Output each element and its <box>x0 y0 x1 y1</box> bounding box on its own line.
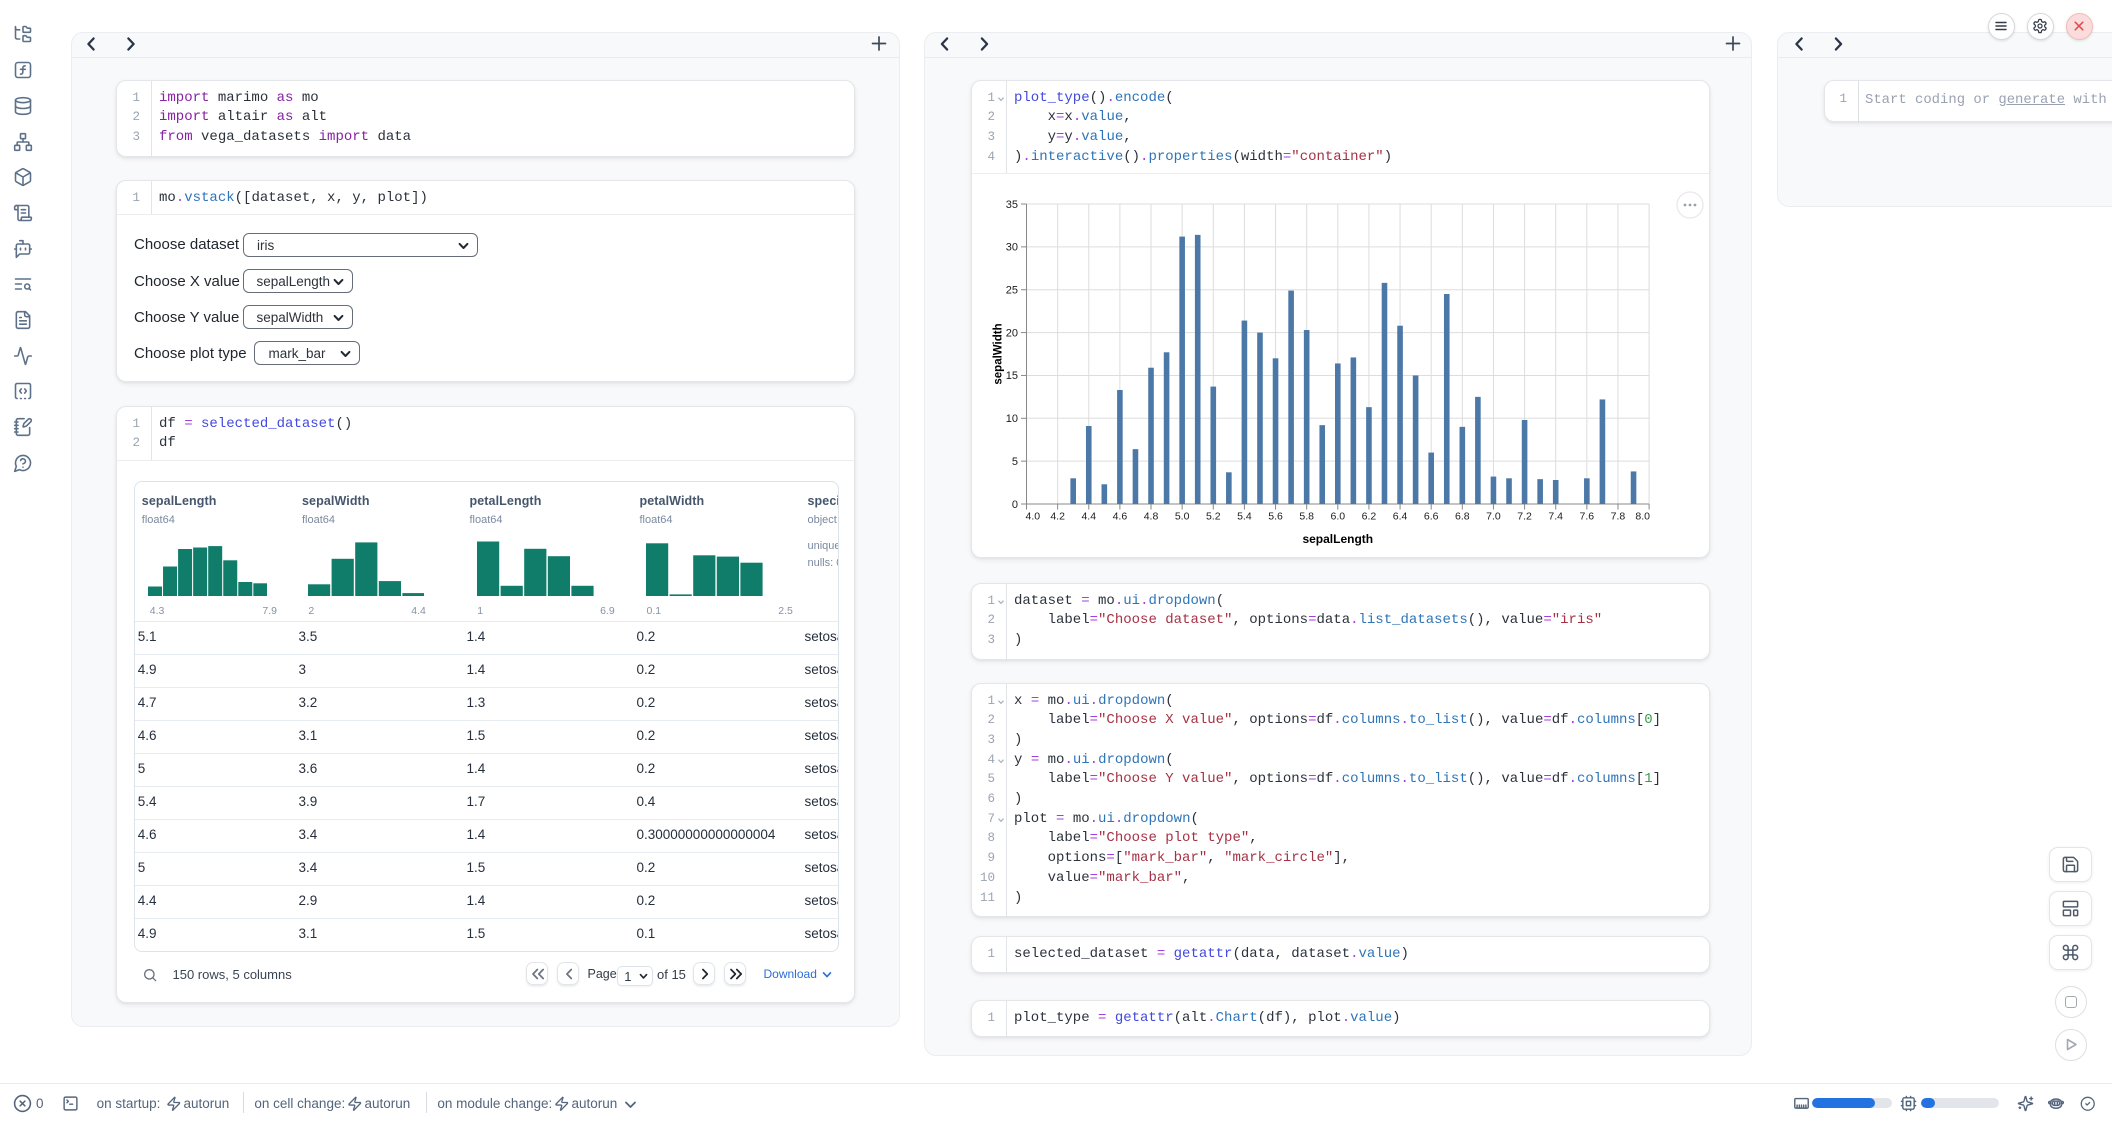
svg-text:5.6: 5.6 <box>1268 511 1283 523</box>
svg-text:4.4: 4.4 <box>1081 511 1096 523</box>
svg-text:4.0: 4.0 <box>1026 511 1041 523</box>
svg-text:5.4: 5.4 <box>1237 511 1252 523</box>
svg-text:sepalWidth: sepalWidth <box>993 323 1005 384</box>
svg-text:7.6: 7.6 <box>1580 511 1595 523</box>
svg-text:5: 5 <box>1012 456 1018 468</box>
svg-text:7.4: 7.4 <box>1548 511 1563 523</box>
svg-text:8.0: 8.0 <box>1635 511 1650 523</box>
svg-text:10: 10 <box>1006 413 1018 425</box>
svg-text:20: 20 <box>1006 327 1018 339</box>
svg-text:7.2: 7.2 <box>1517 511 1532 523</box>
svg-text:6.6: 6.6 <box>1424 511 1439 523</box>
svg-text:5.2: 5.2 <box>1206 511 1221 523</box>
svg-text:5.8: 5.8 <box>1299 511 1314 523</box>
svg-text:6.8: 6.8 <box>1455 511 1470 523</box>
svg-text:4.8: 4.8 <box>1144 511 1159 523</box>
svg-text:4.6: 4.6 <box>1113 511 1128 523</box>
svg-text:35: 35 <box>1006 199 1018 211</box>
svg-text:25: 25 <box>1006 285 1018 297</box>
svg-text:0: 0 <box>1012 499 1018 511</box>
svg-text:7.8: 7.8 <box>1611 511 1626 523</box>
svg-text:6.0: 6.0 <box>1330 511 1345 523</box>
svg-text:sepalLength: sepalLength <box>1302 532 1373 546</box>
svg-text:6.4: 6.4 <box>1393 511 1408 523</box>
svg-text:5.0: 5.0 <box>1175 511 1190 523</box>
svg-text:7.0: 7.0 <box>1486 511 1501 523</box>
svg-text:4.2: 4.2 <box>1050 511 1065 523</box>
svg-text:6.2: 6.2 <box>1362 511 1377 523</box>
svg-text:30: 30 <box>1006 242 1018 254</box>
svg-text:15: 15 <box>1006 370 1018 382</box>
